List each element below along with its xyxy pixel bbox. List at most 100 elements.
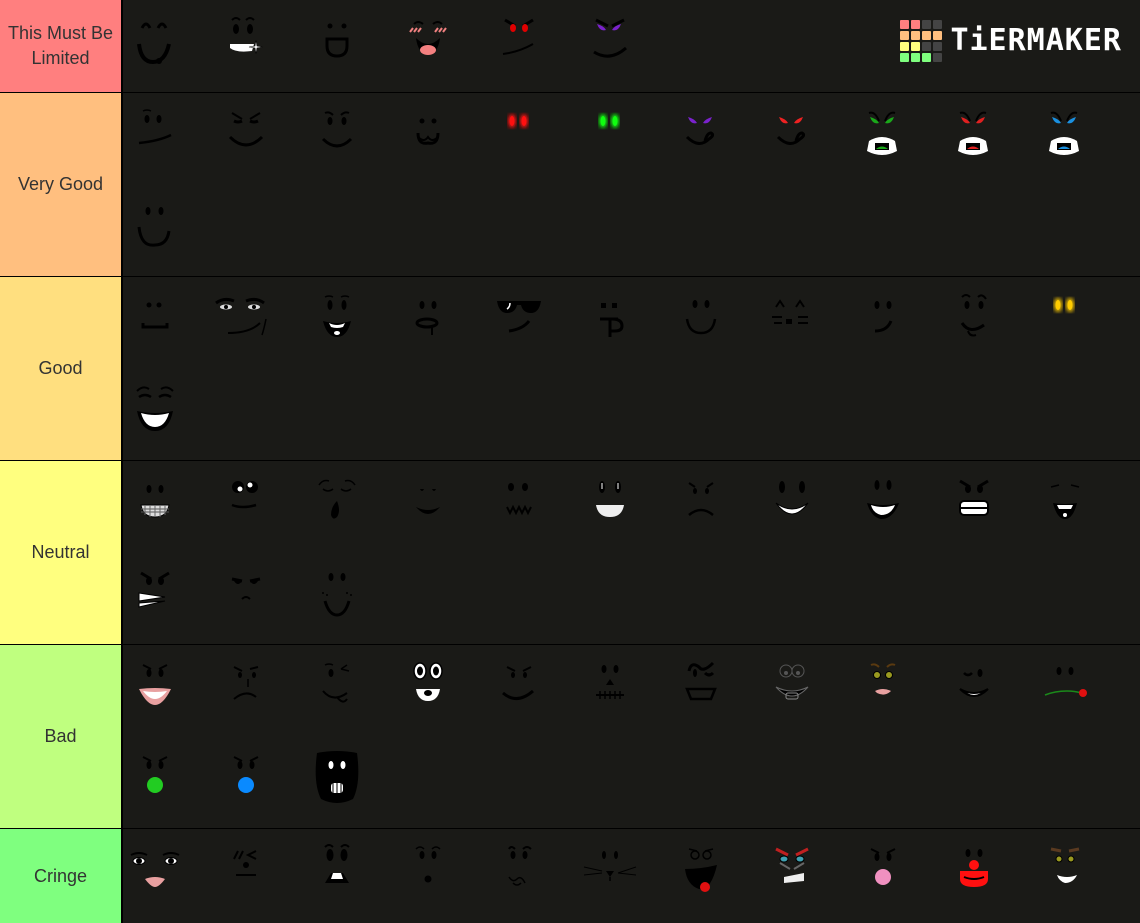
face-item-open-d-smile[interactable] <box>297 6 377 86</box>
tiermaker-logo[interactable]: TiERMAKER <box>900 20 1122 62</box>
logo-grid-cell <box>911 31 921 40</box>
red-fangs-icon <box>958 111 988 155</box>
face-item-pink-bubblegum[interactable] <box>843 835 923 915</box>
smirk-icon <box>138 109 172 145</box>
logo-grid-cell <box>922 42 932 51</box>
sparkle-grin-icon <box>230 17 264 55</box>
face-item-green-bubblegum[interactable] <box>115 743 195 823</box>
tier-row: Very Good <box>0 93 1140 276</box>
whiskers-icon <box>583 851 637 881</box>
face-item-small-smile[interactable] <box>388 467 468 547</box>
face-item-green-fangs[interactable] <box>843 99 923 179</box>
tier-row: Bad <box>0 645 1140 828</box>
face-item-squint-laugh[interactable] <box>1025 467 1105 547</box>
face-item-white-grin[interactable] <box>843 467 923 547</box>
face-item-zombie[interactable] <box>297 743 377 823</box>
cool-shades-icon <box>497 301 541 333</box>
confident-smile-icon <box>321 111 353 148</box>
tier-label[interactable]: Good <box>0 277 123 460</box>
face-item-kitty-face[interactable] <box>752 283 832 363</box>
face-item-braces-grin[interactable] <box>115 467 195 547</box>
face-item-makeup-face[interactable] <box>115 835 195 915</box>
face-item-tongue-out-red[interactable] <box>661 835 741 915</box>
face-item-red-eyes-smirk[interactable] <box>479 6 559 86</box>
face-item-red-fangs[interactable] <box>934 99 1014 179</box>
face-item-confident-smile[interactable] <box>297 99 377 179</box>
face-item-emoticon-wink[interactable] <box>206 835 286 915</box>
face-item-angry-teeth[interactable] <box>934 467 1014 547</box>
face-item-toothy-smile[interactable] <box>752 467 832 547</box>
tier-items[interactable] <box>123 829 1140 923</box>
logo-text: TiERMAKER <box>950 23 1122 58</box>
face-item-cat-mouth-w[interactable] <box>388 99 468 179</box>
face-item-outline-grin[interactable] <box>752 651 832 731</box>
face-item-drooling[interactable] <box>388 283 468 363</box>
face-item-side-smirk[interactable] <box>843 283 923 363</box>
face-item-purple-eyes-smirk[interactable] <box>570 6 650 86</box>
face-item-green-eyed-grin[interactable] <box>1025 835 1105 915</box>
face-item-rose-mouth[interactable] <box>1025 651 1105 731</box>
simple-smile-icon <box>137 207 171 247</box>
face-item-man-face[interactable] <box>206 283 286 363</box>
face-item-happy-closed-eyes[interactable] <box>115 6 195 86</box>
face-item-glowing-green-eyes[interactable] <box>570 99 650 179</box>
face-item-blush-tongue[interactable] <box>388 6 468 86</box>
angry-teeth-icon <box>959 479 989 516</box>
face-item-simple-smile[interactable] <box>115 191 195 271</box>
face-item-glowing-yellow-eyes[interactable] <box>1025 283 1105 363</box>
face-item-wink-bucket[interactable] <box>661 651 741 731</box>
face-item-cartoon-eyes[interactable] <box>388 651 468 731</box>
face-item-clown-nose[interactable] <box>934 835 1014 915</box>
face-item-red-eyes-tongue[interactable] <box>752 99 832 179</box>
face-item-lipstick-smile[interactable] <box>115 651 195 731</box>
face-item-flat-mouth[interactable] <box>115 283 195 363</box>
face-item-sparkle-grin[interactable] <box>206 6 286 86</box>
face-item-sleepy-yawn[interactable] <box>297 467 377 547</box>
face-item-wide-smirk[interactable] <box>479 651 559 731</box>
face-item-freckle-smile[interactable] <box>297 559 377 639</box>
face-item-sly-smile[interactable] <box>206 99 286 179</box>
face-item-shocked-mouth[interactable] <box>297 835 377 915</box>
face-item-blue-bubblegum[interactable] <box>206 743 286 823</box>
face-item-grimace[interactable] <box>115 559 195 639</box>
face-item-green-eyed-lips[interactable] <box>843 651 923 731</box>
face-item-whiskers[interactable] <box>570 835 650 915</box>
face-item-tongue-smile[interactable] <box>934 283 1014 363</box>
face-item-scribble-mouth[interactable] <box>479 835 559 915</box>
tier-items[interactable] <box>123 645 1140 828</box>
face-item-smirk[interactable] <box>115 99 195 179</box>
red-eyes-tongue-icon <box>776 117 806 145</box>
face-item-wink-smile[interactable] <box>934 651 1014 731</box>
sleepy-yawn-icon <box>318 479 356 519</box>
face-item-cool-shades[interactable] <box>479 283 559 363</box>
face-item-surprised-o[interactable] <box>388 835 468 915</box>
tier-label[interactable]: Bad <box>0 645 123 828</box>
face-item-evil-grin[interactable] <box>752 835 832 915</box>
face-item-stitched-mouth[interactable] <box>570 651 650 731</box>
face-item-shiny-grin[interactable] <box>570 467 650 547</box>
face-item-laughing-smile[interactable] <box>297 283 377 363</box>
tier-label[interactable]: This Must Be Limited <box>0 0 123 92</box>
face-item-googly-eyes[interactable] <box>206 467 286 547</box>
tier-label[interactable]: Cringe <box>0 829 123 923</box>
white-grin-icon <box>867 480 899 519</box>
tier-items[interactable] <box>123 93 1140 276</box>
tier-label[interactable]: Neutral <box>0 461 123 644</box>
open-d-smile-icon <box>325 23 349 58</box>
face-item-glowing-red-eyes[interactable] <box>479 99 559 179</box>
logo-grid-cell <box>922 31 932 40</box>
face-item-unimpressed[interactable] <box>206 559 286 639</box>
face-item-blue-fangs[interactable] <box>1025 99 1105 179</box>
face-item-tongue-p[interactable] <box>570 283 650 363</box>
tier-items[interactable] <box>123 461 1140 644</box>
face-item-skeptical[interactable] <box>206 651 286 731</box>
shocked-mouth-icon <box>324 844 350 883</box>
face-item-classic-smile[interactable] <box>661 283 741 363</box>
face-item-big-grin[interactable] <box>115 375 195 455</box>
face-item-purple-eyes-tongue[interactable] <box>661 99 741 179</box>
face-item-zigzag-mouth[interactable] <box>479 467 559 547</box>
tier-label[interactable]: Very Good <box>0 93 123 276</box>
face-item-frown[interactable] <box>661 467 741 547</box>
tier-items[interactable] <box>123 277 1140 460</box>
face-item-silly-wink[interactable] <box>297 651 377 731</box>
